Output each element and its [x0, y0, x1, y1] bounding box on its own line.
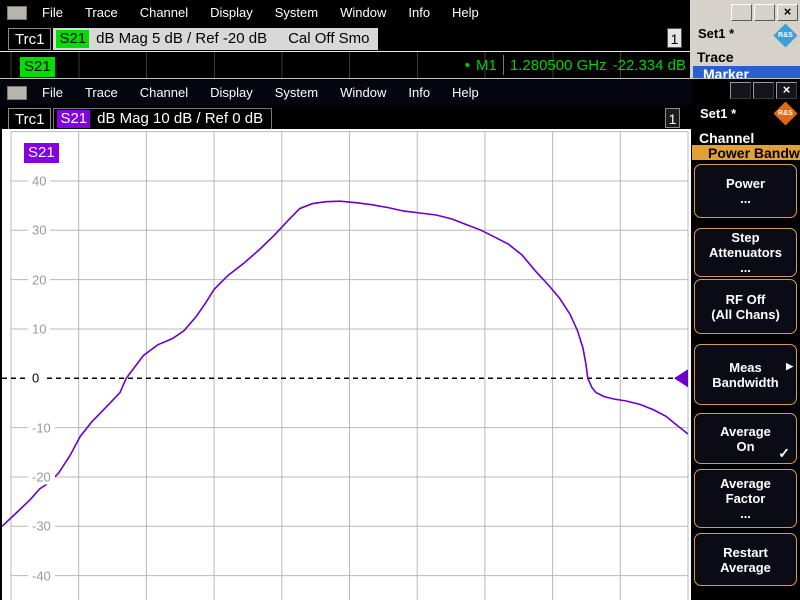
- menu-display[interactable]: Display: [199, 82, 264, 103]
- menu-help[interactable]: Help: [441, 2, 490, 23]
- vna-application-screen: File Trace Channel Display System Window…: [0, 0, 800, 600]
- trace-format: dB Mag 5 dB / Ref -20 dB: [96, 30, 268, 47]
- menu-display[interactable]: Display: [199, 2, 264, 23]
- instrument-icon: [7, 5, 27, 20]
- y-tick-label: 30: [28, 222, 51, 238]
- menu-channel[interactable]: Channel: [129, 82, 199, 103]
- cal-state: Cal Off Smo: [288, 30, 370, 47]
- plot-svg: [2, 131, 689, 600]
- rohde-schwarz-logo-icon: R&S: [773, 101, 798, 126]
- nav-title-trace: Trace: [697, 49, 734, 65]
- window-set1-inactive: File Trace Channel Display System Window…: [0, 0, 800, 82]
- softkey-average-factor[interactable]: Average Factor...: [694, 469, 797, 528]
- close-button[interactable]: ×: [776, 82, 797, 99]
- window-set1-active: File Trace Channel Display System Window…: [0, 78, 800, 600]
- marker-readout: • M1 1.280500 GHz -22.334 dB: [465, 55, 686, 75]
- marker-stimulus: 1.280500 GHz: [509, 56, 607, 74]
- marker-response: -22.334 dB: [612, 56, 686, 74]
- softkey-power[interactable]: Power...: [694, 164, 797, 218]
- menu-system[interactable]: System: [264, 2, 329, 23]
- menu-window[interactable]: Window: [329, 2, 397, 23]
- trace-info-bar-window2: Trc1 S21 dB Mag 10 dB / Ref 0 dB 1: [0, 105, 692, 132]
- menu-info[interactable]: Info: [397, 82, 441, 103]
- y-tick-label: -30: [28, 518, 55, 534]
- restore-button[interactable]: [753, 82, 774, 99]
- menu-window[interactable]: Window: [329, 82, 397, 103]
- y-tick-label: 0: [28, 370, 44, 386]
- nav-item-power-bandwidth-selected[interactable]: Power Bandwidth Average: [692, 145, 800, 160]
- measurement-chip[interactable]: S21: [57, 109, 91, 128]
- y-tick-label: -20: [28, 469, 55, 485]
- trace-format: dB Mag 10 dB / Ref 0 dB: [97, 110, 264, 127]
- menu-bar-window1: File Trace Channel Display System Window…: [0, 0, 690, 25]
- softkey-meas-bandwidth[interactable]: Meas Bandwidth ▶: [694, 344, 797, 405]
- instrument-icon: [7, 85, 27, 100]
- sidebar-window2: × Set1 * R&S Channel Power Bandwidth Ave…: [692, 79, 800, 600]
- y-tick-label: 10: [28, 321, 51, 337]
- setup-label: Set1 *: [698, 26, 735, 41]
- restore-button[interactable]: [754, 4, 775, 21]
- nav-title-channel: Channel: [699, 130, 755, 146]
- menu-bar-window2: File Trace Channel Display System Window…: [0, 80, 692, 105]
- menu-trace[interactable]: Trace: [74, 82, 129, 103]
- close-button[interactable]: ×: [777, 4, 798, 21]
- rohde-schwarz-logo-icon: R&S: [773, 23, 798, 48]
- channel-number-badge: 1: [667, 28, 682, 48]
- diagram-strip-window1: S21 • M1 1.280500 GHz -22.334 dB: [0, 51, 690, 78]
- softkey-average-on[interactable]: Average On ✓: [694, 413, 797, 464]
- trace-name-box[interactable]: Trc1: [8, 27, 52, 50]
- measurement-chip[interactable]: S21: [56, 29, 90, 48]
- menu-file[interactable]: File: [31, 2, 74, 23]
- softkey-restart-average[interactable]: Restart Average: [694, 533, 797, 586]
- softkey-rf-off[interactable]: RF Off (All Chans): [694, 279, 797, 334]
- menu-channel[interactable]: Channel: [129, 2, 199, 23]
- trace-label-chip[interactable]: S21: [20, 57, 55, 77]
- trace-properties[interactable]: S21 dB Mag 5 dB / Ref -20 dB Cal Off Smo: [53, 27, 378, 50]
- menu-help[interactable]: Help: [441, 82, 490, 103]
- y-tick-label: 20: [28, 272, 51, 288]
- minimize-button[interactable]: [730, 82, 751, 99]
- trace-properties[interactable]: S21 dB Mag 10 dB / Ref 0 dB: [53, 107, 273, 130]
- menu-trace[interactable]: Trace: [74, 2, 129, 23]
- y-tick-label: 40: [28, 173, 51, 189]
- sidebar-window1: × Set1 * R&S Trace Marker: [690, 0, 800, 82]
- channel-number-badge: 1: [665, 108, 680, 128]
- check-icon: ✓: [778, 445, 790, 461]
- setup-label: Set1 *: [700, 106, 737, 121]
- y-tick-label: -40: [28, 568, 55, 584]
- menu-system[interactable]: System: [264, 82, 329, 103]
- divider: [502, 55, 504, 75]
- minimize-button[interactable]: [731, 4, 752, 21]
- marker-bullet-icon: •: [464, 56, 471, 74]
- measurement-diagram: S21 40 30 20 10 0 -10 -20 -30 -40: [2, 129, 691, 600]
- marker-name: M1: [476, 56, 497, 74]
- menu-info[interactable]: Info: [397, 2, 441, 23]
- menu-file[interactable]: File: [31, 82, 74, 103]
- trace-info-bar-window1: Trc1 S21 dB Mag 5 dB / Ref -20 dB Cal Of…: [0, 25, 690, 52]
- submenu-arrow-icon: ▶: [786, 361, 793, 371]
- softkey-step-attenuators[interactable]: Step Attenuators...: [694, 228, 797, 277]
- y-tick-label: -10: [28, 420, 55, 436]
- trace-name-box[interactable]: Trc1: [8, 107, 52, 130]
- trace-label-chip[interactable]: S21: [24, 143, 59, 163]
